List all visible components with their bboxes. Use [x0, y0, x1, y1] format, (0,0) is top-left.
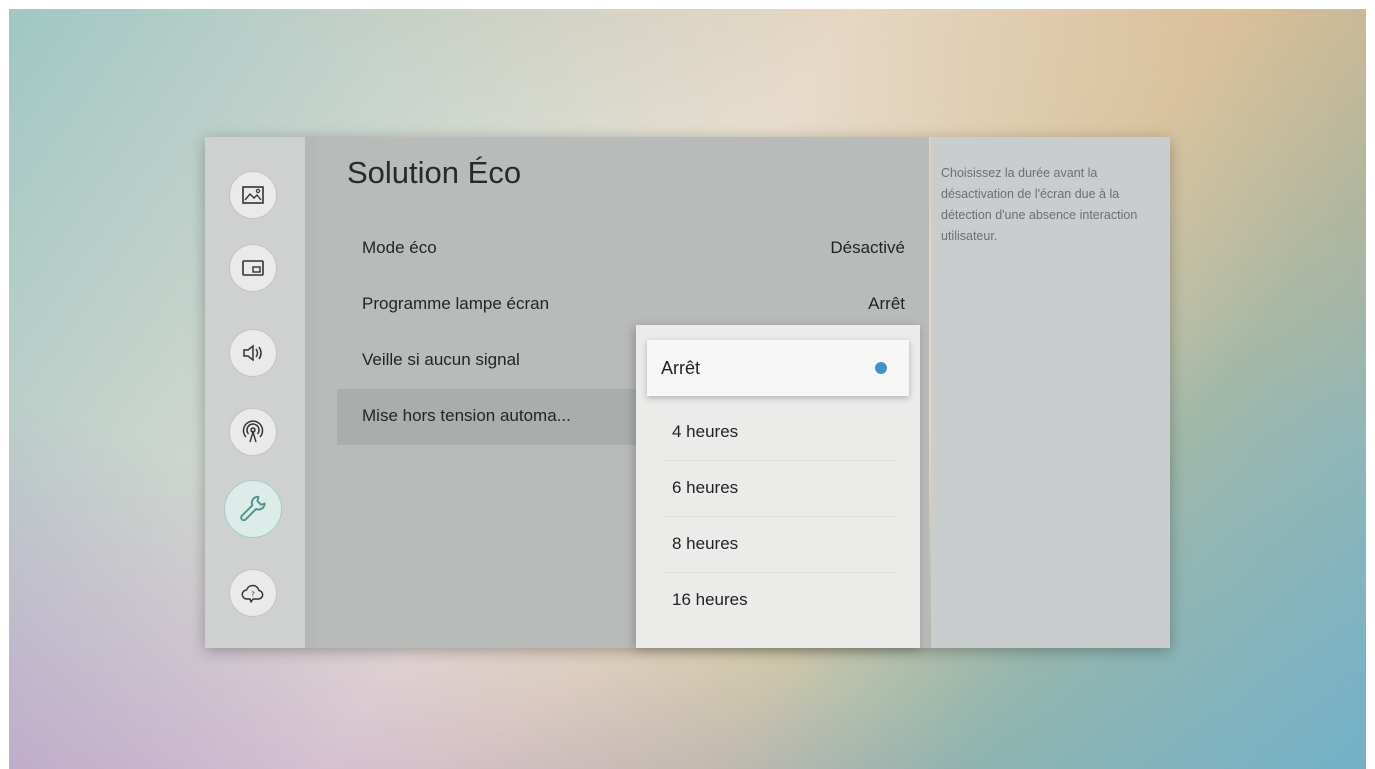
settings-sidebar: ? [205, 137, 305, 648]
check-icon [875, 362, 887, 374]
broadcast-icon [242, 420, 264, 443]
setting-eco-mode[interactable]: Mode éco Désactivé [337, 221, 905, 277]
dropdown-option[interactable]: 8 heures [664, 516, 894, 573]
setting-label: Veille si aucun signal [362, 350, 520, 369]
sidebar-divider [305, 137, 317, 648]
setting-value: Arrêt [868, 294, 905, 313]
setting-value: Désactivé [830, 238, 905, 257]
sidebar-item-picture-in-picture[interactable] [229, 244, 277, 292]
picture-in-picture-icon [242, 260, 264, 276]
dropdown-option[interactable]: 16 heures [664, 572, 894, 628]
dropdown-option[interactable]: Arrêt [647, 340, 909, 396]
sidebar-item-sound[interactable] [229, 329, 277, 377]
help-text: Choisissez la durée avant la désactivati… [941, 166, 1138, 243]
option-label: Arrêt [661, 358, 701, 378]
svg-text:?: ? [251, 591, 255, 599]
settings-panel: ? Solution Éco Mode éco Désactivé Progra… [205, 137, 1170, 648]
dropdown-option[interactable]: 4 heures [664, 404, 894, 461]
help-panel: Choisissez la durée avant la désactivati… [931, 137, 1170, 648]
sidebar-item-general[interactable] [224, 480, 282, 538]
wrench-icon [240, 495, 266, 522]
picture-icon [242, 186, 264, 204]
auto-power-off-dropdown: Arrêt 4 heures 6 heures 8 heures 16 heur… [636, 325, 920, 648]
sound-icon [243, 344, 262, 362]
sidebar-item-broadcast[interactable] [229, 408, 277, 456]
option-label: 6 heures [672, 478, 739, 497]
setting-label: Mode éco [362, 238, 437, 257]
dropdown-option[interactable]: 6 heures [664, 460, 894, 517]
sidebar-item-picture[interactable] [229, 171, 277, 219]
setting-auto-power-off[interactable]: Mise hors tension automa... [337, 389, 637, 445]
option-label: 8 heures [672, 534, 739, 553]
support-cloud-icon: ? [241, 584, 264, 603]
option-label: 4 heures [672, 422, 739, 441]
setting-label: Programme lampe écran [362, 294, 550, 313]
page-title: Solution Éco [347, 155, 522, 190]
setting-label: Mise hors tension automa... [362, 406, 571, 425]
option-label: 16 heures [672, 590, 748, 609]
sidebar-item-support[interactable]: ? [229, 569, 277, 617]
